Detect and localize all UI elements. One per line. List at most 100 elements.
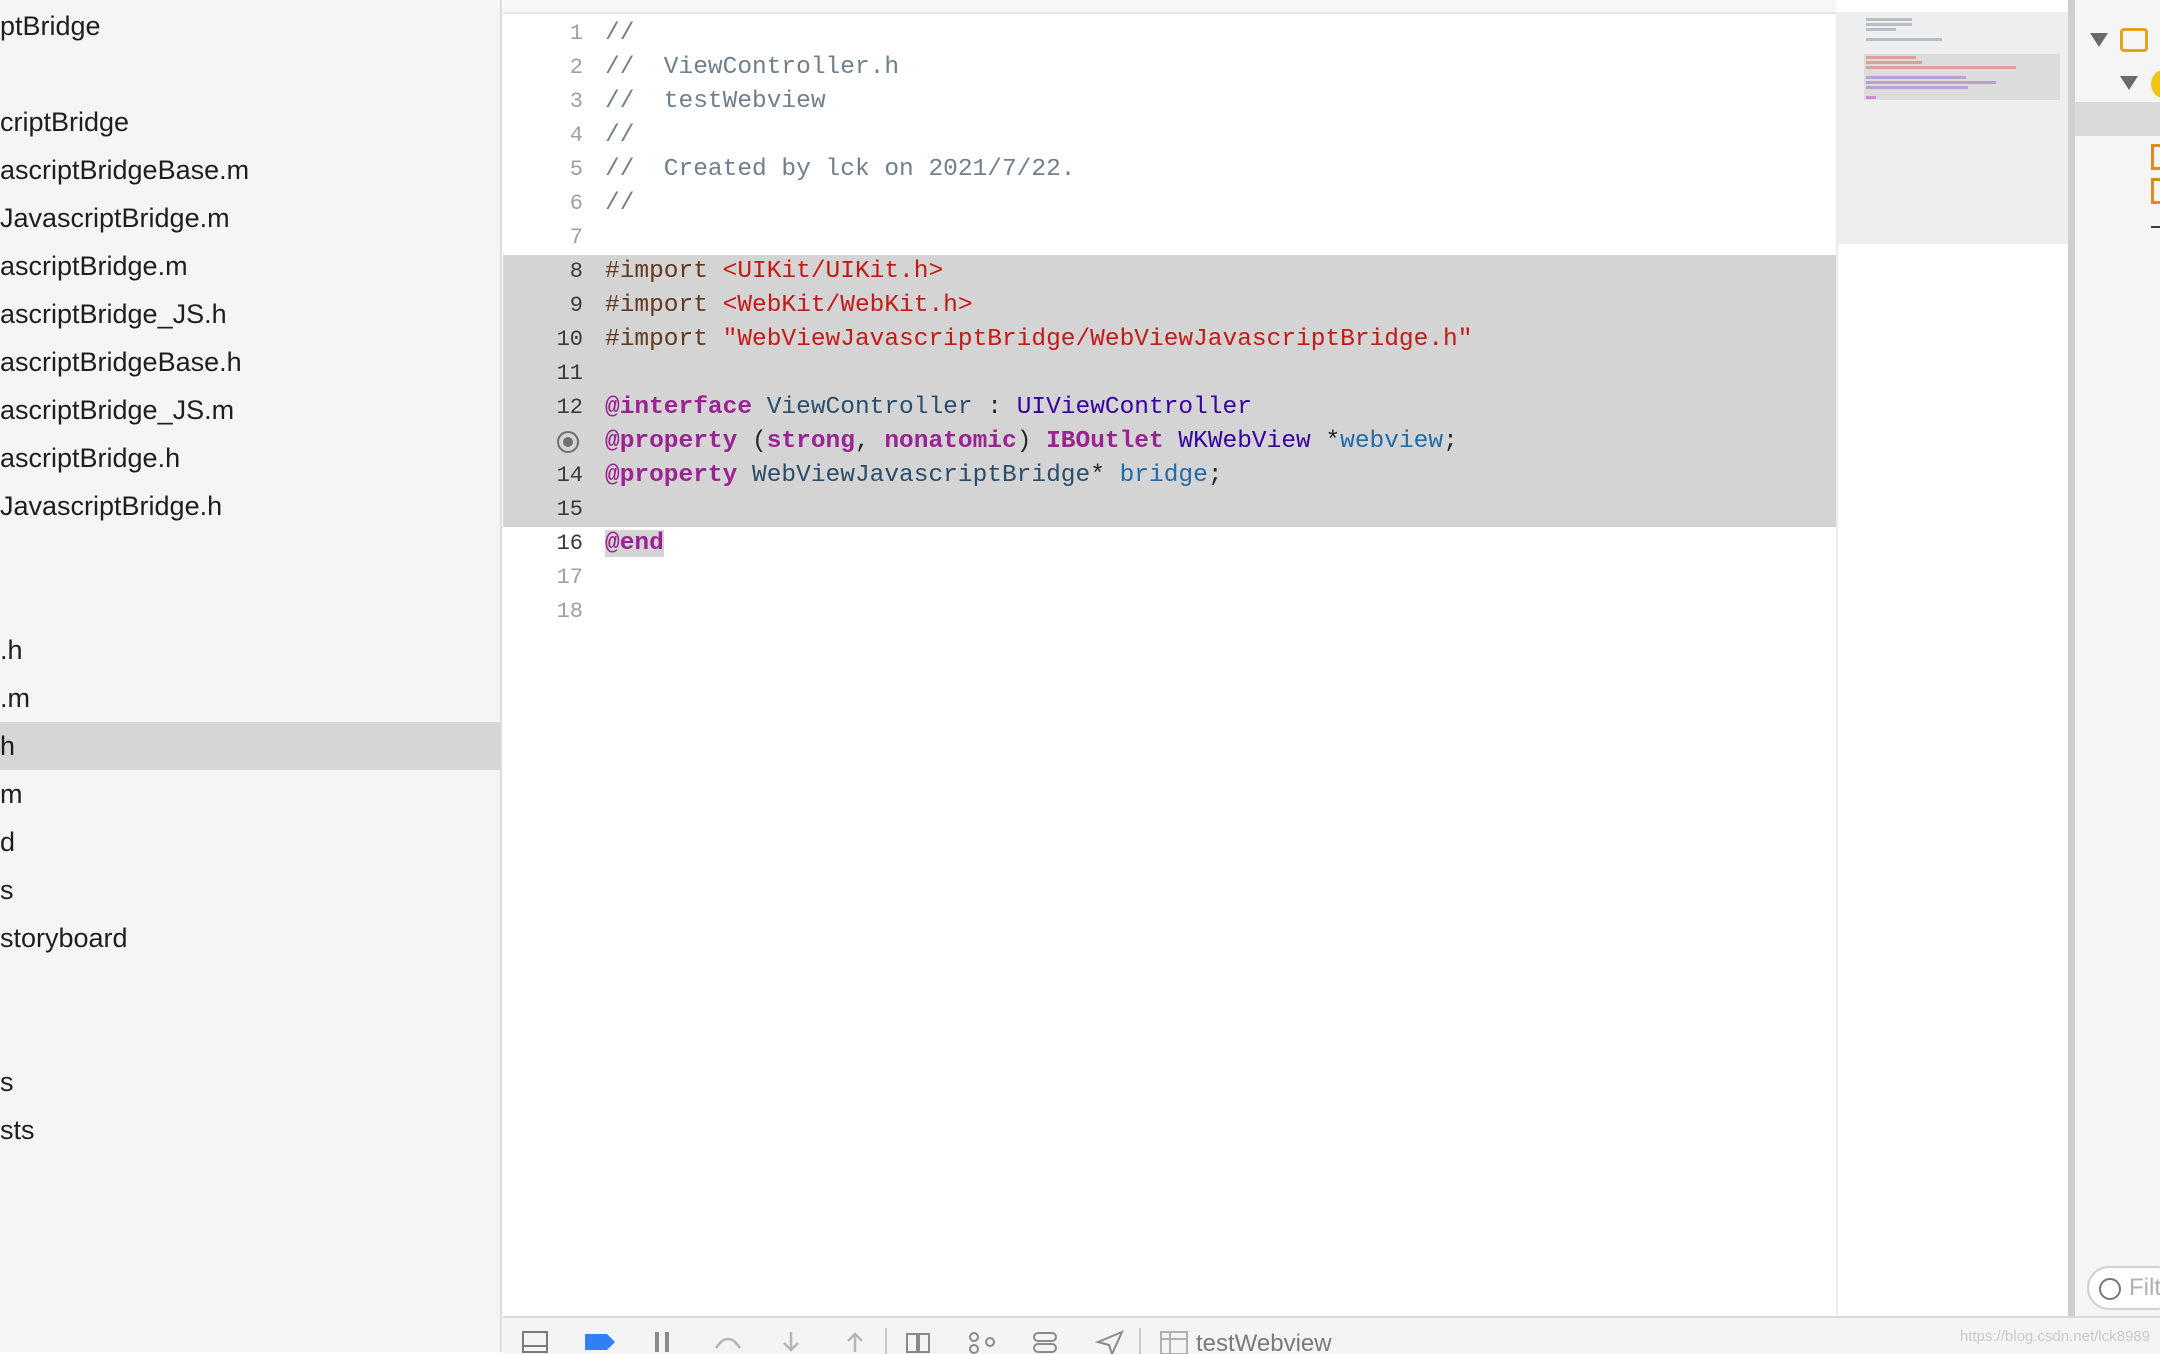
navigator-item-label: ptBridge xyxy=(0,11,101,41)
import-path: "WebViewJavascriptBridge/WebViewJavascri… xyxy=(722,326,1473,353)
comment-text: // xyxy=(605,20,635,47)
navigator-item[interactable]: ascriptBridgeBase.m xyxy=(0,146,500,194)
navigator-item[interactable]: JavascriptBridge.m xyxy=(0,194,500,242)
class-name: ViewController xyxy=(766,394,973,421)
filter-field[interactable]: Filt xyxy=(2087,1266,2160,1310)
minimap-line xyxy=(1866,61,1922,64)
pane-divider[interactable] xyxy=(2068,0,2075,1352)
navigator-item[interactable]: criptBridge xyxy=(0,98,500,146)
disclosure-triangle-icon[interactable] xyxy=(2120,76,2138,90)
code-line[interactable]: 6 // xyxy=(503,187,1836,221)
navigator-item-label: h xyxy=(0,731,16,761)
pause-icon[interactable] xyxy=(651,1330,675,1354)
navigator-item-label: .m xyxy=(0,683,30,713)
minimap[interactable] xyxy=(1836,12,2070,1316)
line-number: 6 xyxy=(569,191,583,216)
line-number: 7 xyxy=(569,225,583,250)
code-line-selected[interactable]: 16 @end xyxy=(503,527,1836,561)
first-responder-icon xyxy=(2151,144,2160,170)
code-line[interactable]: 2 // ViewController.h xyxy=(503,51,1836,85)
property-name: webview xyxy=(1340,428,1444,455)
watermark: https://blog.csdn.net/lck8989 xyxy=(1959,1328,2150,1345)
minimap-line xyxy=(1866,66,2016,69)
navigator-item-label: ascriptBridgeBase.m xyxy=(0,155,250,185)
code-line[interactable]: 1 // xyxy=(503,17,1836,51)
navigator-item[interactable]: d xyxy=(0,818,500,866)
navigator-item[interactable]: ascriptBridge_JS.h xyxy=(0,290,500,338)
navigator-item[interactable]: .h xyxy=(0,626,500,674)
code-line-selected[interactable]: 9 #import <WebKit/WebKit.h> xyxy=(503,289,1836,323)
code-text: @interface ViewController : UIViewContro… xyxy=(605,391,1252,425)
environment-overrides-icon[interactable] xyxy=(1031,1330,1061,1354)
step-into-icon[interactable] xyxy=(779,1330,803,1354)
punctuation: ; xyxy=(1207,462,1223,489)
outlet-connection-icon[interactable] xyxy=(557,431,579,453)
type-name: WKWebView xyxy=(1178,428,1311,455)
minimap-visible-region[interactable] xyxy=(1838,12,2070,244)
navigator-item-label: ascriptBridge_JS.h xyxy=(0,299,227,329)
navigator-item-selected[interactable]: h xyxy=(0,722,500,770)
navigator-item[interactable]: JavascriptBridge.h xyxy=(0,482,500,530)
step-out-icon[interactable] xyxy=(843,1330,867,1354)
breakpoints-toggle-icon[interactable] xyxy=(583,1330,617,1354)
navigator-item[interactable]: s xyxy=(0,866,500,914)
source-editor[interactable]: 1 // 2 // ViewController.h 3 // testWebv… xyxy=(503,0,1836,1316)
view-hierarchy-icon[interactable] xyxy=(903,1330,933,1354)
code-line-selected[interactable]: 10 #import "WebViewJavascriptBridge/WebV… xyxy=(503,323,1836,357)
code-line-selected[interactable]: 8 #import <UIKit/UIKit.h> xyxy=(503,255,1836,289)
minimap-line xyxy=(1866,96,1876,99)
code-line-selected[interactable]: 15 xyxy=(503,493,1836,527)
line-number: 8 xyxy=(569,259,583,284)
filter-icon xyxy=(2099,1278,2121,1300)
code-line-selected[interactable]: @property (strong, nonatomic) IBOutlet W… xyxy=(503,425,1836,459)
navigator-item-label: ascriptBridge.h xyxy=(0,443,181,473)
navigator-item[interactable]: m xyxy=(0,770,500,818)
navigator-item[interactable]: sts xyxy=(0,1106,500,1154)
code-line[interactable]: 7 xyxy=(503,221,1836,255)
import-path: <UIKit/UIKit.h> xyxy=(722,258,944,285)
navigator-item-label: JavascriptBridge.h xyxy=(0,491,223,521)
code-text: @end xyxy=(605,527,664,561)
line-number: 2 xyxy=(569,55,583,80)
preprocessor-directive: #import xyxy=(605,326,708,353)
filter-placeholder: Filt xyxy=(2129,1274,2160,1301)
code-line-selected[interactable]: 14 @property WebViewJavascriptBridge* br… xyxy=(503,459,1836,493)
code-text: #import "WebViewJavascriptBridge/WebView… xyxy=(605,323,1472,357)
navigator-item[interactable]: s xyxy=(0,1058,500,1106)
code-line[interactable]: 4 // xyxy=(503,119,1836,153)
line-number: 12 xyxy=(556,395,583,420)
keyword: nonatomic xyxy=(884,428,1017,455)
step-over-icon[interactable] xyxy=(713,1330,743,1354)
code-line[interactable]: 18 xyxy=(503,595,1836,629)
outline-row-selected[interactable] xyxy=(2075,102,2160,136)
memory-graph-icon[interactable] xyxy=(967,1330,997,1354)
navigator-item-label: s xyxy=(0,875,14,905)
navigator-item[interactable]: ascriptBridgeBase.h xyxy=(0,338,500,386)
navigator-item[interactable]: ascriptBridge.h xyxy=(0,434,500,482)
code-line-selected[interactable]: 12 @interface ViewController : UIViewCon… xyxy=(503,391,1836,425)
outline-row-marker xyxy=(2151,226,2160,228)
hide-debug-area-icon[interactable] xyxy=(521,1330,549,1354)
code-line-selected[interactable]: 11 xyxy=(503,357,1836,391)
simulate-location-icon[interactable] xyxy=(1095,1330,1125,1354)
navigator-item-label: .h xyxy=(0,635,23,665)
line-number: 11 xyxy=(556,361,583,386)
punctuation: : xyxy=(972,394,1017,421)
scheme-label[interactable]: testWebview xyxy=(1196,1330,1332,1354)
disclosure-triangle-icon[interactable] xyxy=(2090,33,2108,47)
code-line[interactable]: 17 xyxy=(503,561,1836,595)
comment-text: // xyxy=(605,122,635,149)
minimap-line xyxy=(1866,76,1966,79)
navigator-item[interactable]: ascriptBridge.m xyxy=(0,242,500,290)
navigator-item[interactable]: storyboard xyxy=(0,914,500,962)
view-controller-icon xyxy=(2151,69,2160,99)
navigator-item[interactable]: ascriptBridge_JS.m xyxy=(0,386,500,434)
code-line[interactable]: 5 // Created by lck on 2021/7/22. xyxy=(503,153,1836,187)
divider xyxy=(1139,1328,1141,1354)
navigator-item[interactable]: ptBridge xyxy=(0,2,500,50)
comment-text: // xyxy=(605,190,635,217)
navigator-item-label: ascriptBridgeBase.h xyxy=(0,347,242,377)
preprocessor-directive: #import xyxy=(605,292,708,319)
code-line[interactable]: 3 // testWebview xyxy=(503,85,1836,119)
navigator-item[interactable]: .m xyxy=(0,674,500,722)
